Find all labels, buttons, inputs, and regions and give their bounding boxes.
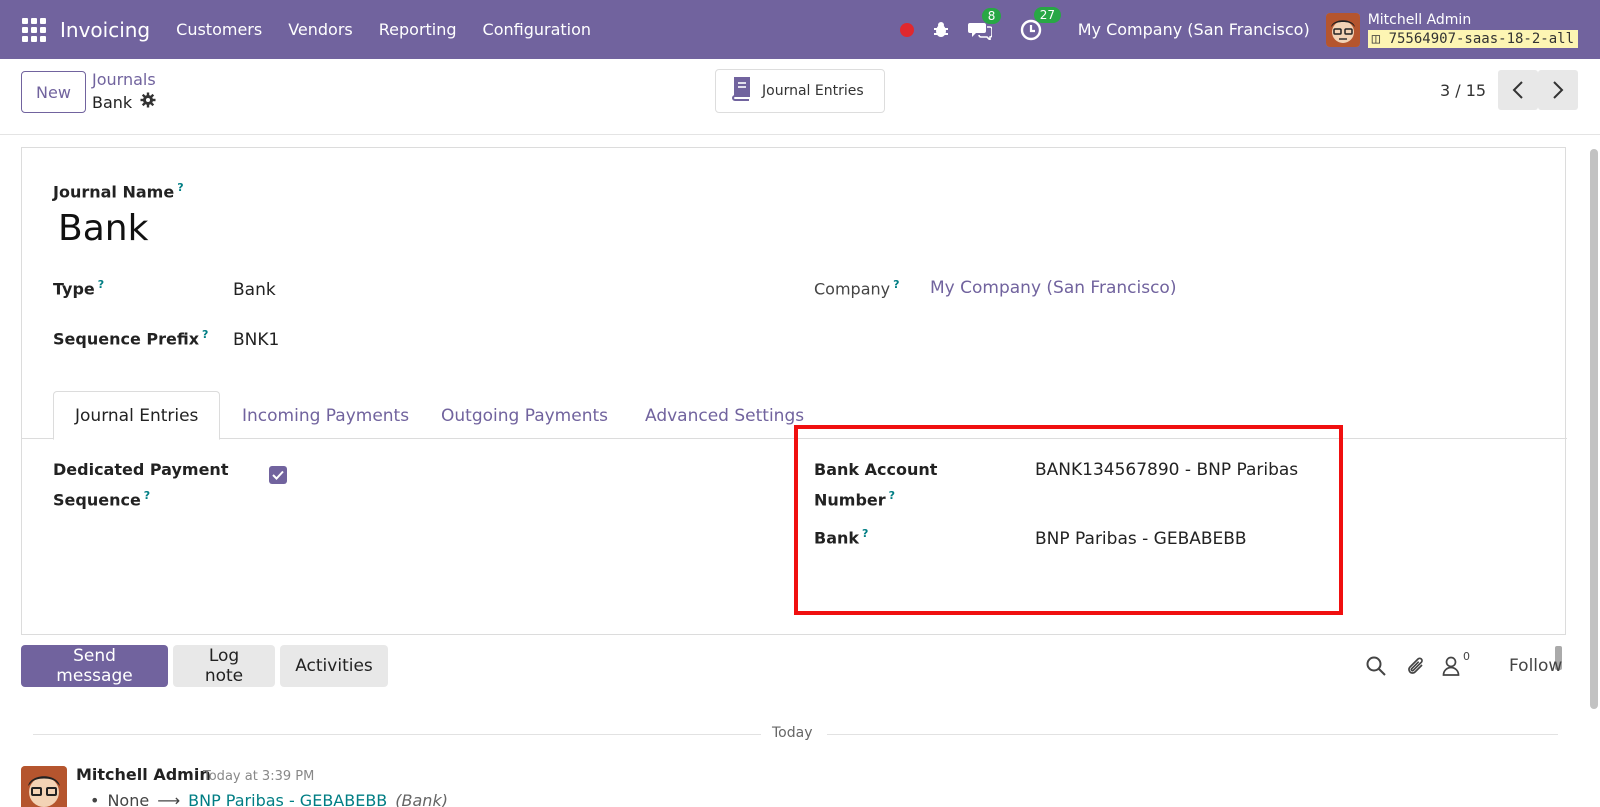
date-divider-right [827,734,1558,735]
help-icon[interactable]: ? [202,328,208,341]
help-icon[interactable]: ? [893,278,899,291]
tracking-value-line: • None ⟶ BNP Paribas - GEBABEBB (Bank) [90,791,448,807]
pager-value[interactable]: 3 / 15 [1440,81,1486,100]
menu-customers[interactable]: Customers [176,20,262,39]
message-author[interactable]: Mitchell Admin [76,765,211,784]
app-name[interactable]: Invoicing [60,18,150,42]
help-icon[interactable]: ? [98,278,104,291]
smart-button-label: Journal Entries [762,83,864,99]
activities-badge: 27 [1033,6,1062,23]
company-label: Company? [814,278,900,298]
type-label: Type? [53,278,104,298]
record-icon[interactable] [899,22,914,37]
top-navbar: Invoicing Customers Vendors Reporting Co… [0,0,1600,59]
type-label-text: Type [53,279,95,299]
tab-incoming-payments[interactable]: Incoming Payments [221,391,430,440]
menu-configuration[interactable]: Configuration [483,20,592,39]
database-name-text: 75564907-saas-18-2-all [1388,30,1574,47]
bug-icon[interactable] [932,21,950,39]
tab-outgoing-payments[interactable]: Outgoing Payments [420,391,629,440]
menu-vendors[interactable]: Vendors [288,20,353,39]
tracking-field-name: (Bank) [395,791,448,807]
breadcrumb-current-label: Bank [92,92,133,112]
journal-entries-smart-button[interactable]: Journal Entries [715,69,885,113]
gear-icon[interactable] [140,92,156,112]
send-message-button[interactable]: Send message [21,645,168,687]
dedicated-sequence-checkbox[interactable] [269,466,287,484]
tab-journal-entries[interactable]: Journal Entries [53,391,221,440]
chevron-left-icon [1512,81,1523,99]
breadcrumb-current: Bank [92,92,156,112]
journal-name-field[interactable]: Bank [58,208,148,249]
sequence-prefix-field[interactable]: BNK1 [233,330,279,350]
followers-count: 0 [1463,650,1470,663]
user-name: Mitchell Admin [1367,11,1472,28]
tracking-new-value[interactable]: BNP Paribas - GEBABEBB [188,791,387,807]
page-scrollbar-thumb[interactable] [1590,149,1598,709]
bullet-icon: • [90,791,100,807]
checkmark-icon [272,470,284,480]
arrow-right-icon: ⟶ [157,791,181,807]
apps-grid-icon[interactable] [22,17,46,42]
highlight-box [794,425,1343,615]
messages-badge: 8 [981,7,1002,24]
page-scrollbar[interactable] [1588,145,1600,807]
chevron-right-icon [1553,81,1564,99]
company-switcher[interactable]: My Company (San Francisco) [1078,20,1310,39]
user-menu[interactable]: Mitchell Admin ◫ 75564907-saas-18-2-all [1367,11,1578,48]
tracking-old-value: None [107,791,150,807]
dedicated-sequence-label-line2: Sequence [53,490,141,510]
activity-clock-icon[interactable]: 27 [1020,6,1062,41]
message-time: Today at 3:39 PM [203,769,315,784]
date-separator: Today [772,725,813,741]
message-author-avatar[interactable] [21,766,67,807]
new-button[interactable]: New [21,71,86,113]
type-field[interactable]: Bank [233,280,276,300]
company-field[interactable]: My Company (San Francisco) [930,278,1176,298]
dedicated-sequence-label: Dedicated Payment Sequence? [53,457,228,513]
help-icon[interactable]: ? [177,181,183,194]
database-name: ◫ 75564907-saas-18-2-all [1367,29,1578,48]
journal-name-label-text: Journal Name [53,182,175,202]
user-avatar[interactable] [1325,12,1360,47]
paperclip-icon[interactable] [1406,656,1426,682]
date-divider-left [33,734,761,735]
follow-button[interactable]: Follow [1509,656,1562,676]
breadcrumb-journals[interactable]: Journals [92,70,156,89]
menu-reporting[interactable]: Reporting [379,20,457,39]
messages-icon[interactable]: 8 [967,7,1002,40]
pager-next-button[interactable] [1538,70,1578,110]
followers-user-icon[interactable] [1442,656,1460,680]
control-panel: New Journals Bank Journal Entries 3 / 15 [0,59,1600,135]
sequence-prefix-label: Sequence Prefix? [53,328,208,348]
pager-previous-button[interactable] [1498,70,1538,110]
activities-button[interactable]: Activities [280,645,388,687]
form-sheet: Journal Name? Bank Type? Bank Company? M… [21,147,1567,670]
company-label-text: Company [814,279,891,299]
journal-name-label: Journal Name? [53,181,184,201]
help-icon[interactable]: ? [144,489,150,502]
search-icon[interactable] [1366,656,1386,680]
sequence-prefix-label-text: Sequence Prefix [53,329,200,349]
log-note-button[interactable]: Log note [173,645,275,687]
book-icon [730,77,752,105]
dedicated-sequence-label-line1: Dedicated Payment [53,460,229,479]
